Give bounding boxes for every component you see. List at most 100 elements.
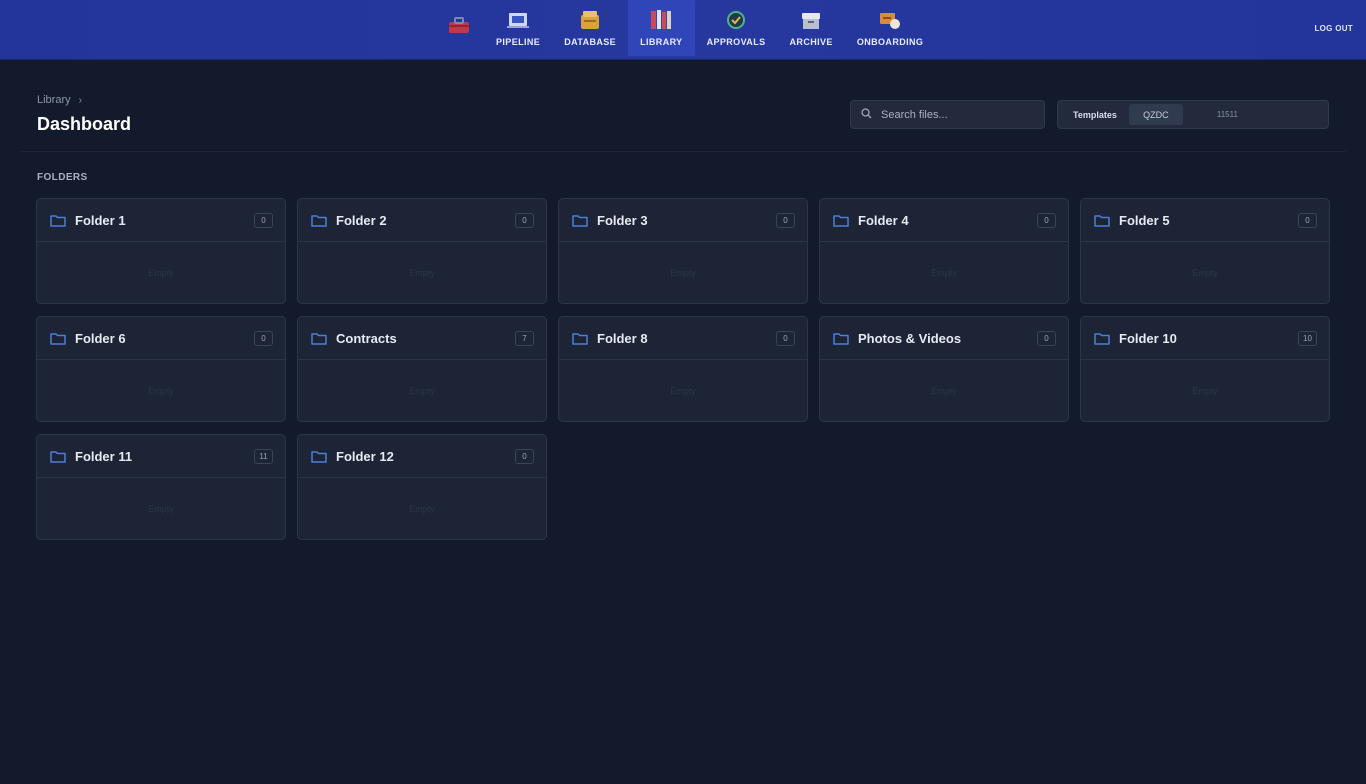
view-toggle[interactable]: QZDC [1128, 104, 1183, 125]
empty-label: Empty [148, 386, 174, 396]
folder-body: Empty [298, 478, 546, 539]
folder-body: Empty [820, 360, 1068, 421]
folder-name: Photos & Videos [858, 330, 962, 346]
folder-name: Folder 12 [336, 448, 394, 464]
folder-count-badge: 0 [254, 212, 273, 228]
folder-header: Folder 6 0 [37, 317, 285, 360]
folder-card[interactable]: Folder 1 0 Empty [36, 198, 286, 304]
folder-name: Folder 2 [336, 212, 387, 228]
empty-label: Empty [409, 268, 435, 278]
folder-card[interactable]: Contracts 7 Empty [297, 316, 547, 422]
folder-header: Folder 3 0 [559, 199, 807, 242]
folder-icon [311, 332, 327, 345]
folder-body: Empty [298, 242, 546, 303]
nav-item-approvals[interactable]: APPROVALS [695, 0, 778, 56]
pipeline-icon [505, 9, 531, 31]
folder-header: Photos & Videos 0 [820, 317, 1068, 360]
folder-header: Folder 12 0 [298, 435, 546, 478]
nav-item-archive[interactable]: ARCHIVE [778, 0, 845, 56]
nav-item-library[interactable]: LIBRARY [628, 0, 695, 56]
breadcrumb-library[interactable]: Library [37, 94, 71, 106]
folder-count-badge: 10 [1298, 330, 1317, 346]
folder-card[interactable]: Folder 5 0 Empty [1080, 198, 1330, 304]
file-count: 11511 [1216, 110, 1238, 119]
folder-name: Folder 6 [75, 330, 126, 346]
folder-card[interactable]: Folder 8 0 Empty [558, 316, 808, 422]
empty-label: Empty [409, 386, 435, 396]
empty-label: Empty [931, 386, 957, 396]
folder-header: Folder 11 11 [37, 435, 285, 478]
empty-label: Empty [409, 504, 435, 514]
folder-count-badge: 0 [1037, 330, 1056, 346]
folder-card[interactable]: Folder 4 0 Empty [819, 198, 1069, 304]
search-box[interactable] [850, 100, 1045, 129]
logout-button[interactable]: LOG OUT [1314, 24, 1353, 33]
folder-name: Folder 8 [597, 330, 648, 346]
folder-name: Folder 4 [858, 212, 909, 228]
approvals-icon [723, 9, 749, 31]
folder-card[interactable]: Folder 2 0 Empty [297, 198, 547, 304]
folder-count-badge: 11 [254, 448, 273, 464]
folder-count-badge: 0 [776, 212, 795, 228]
folder-count-badge: 0 [254, 330, 273, 346]
folder-body: Empty [37, 360, 285, 421]
folder-icon [311, 214, 327, 227]
nav-item-label: PIPELINE [496, 37, 541, 47]
nav-item-label: ARCHIVE [789, 37, 833, 47]
folder-card[interactable]: Folder 11 11 Empty [36, 434, 286, 540]
folder-name: Folder 10 [1119, 330, 1177, 346]
folder-icon [833, 332, 849, 345]
nav-item-toolbox[interactable] [434, 0, 484, 56]
templates-button[interactable]: Templates [1073, 110, 1117, 120]
folder-icon [572, 332, 588, 345]
library-icon [648, 9, 674, 31]
empty-label: Empty [670, 268, 696, 278]
folder-count-badge: 0 [515, 212, 534, 228]
empty-label: Empty [931, 268, 957, 278]
folder-body: Empty [559, 242, 807, 303]
nav-item-onboarding[interactable]: ONBOARDING [845, 0, 936, 56]
folder-name: Folder 5 [1119, 212, 1170, 228]
folder-icon [50, 450, 66, 463]
folder-name: Folder 11 [75, 448, 133, 464]
folder-card[interactable]: Folder 10 10 Empty [1080, 316, 1330, 422]
folder-count-badge: 0 [776, 330, 795, 346]
folder-body: Empty [820, 242, 1068, 303]
database-icon [577, 9, 603, 31]
folder-icon [50, 332, 66, 345]
folder-card[interactable]: Photos & Videos 0 Empty [819, 316, 1069, 422]
folder-body: Empty [1081, 242, 1329, 303]
empty-label: Empty [148, 504, 174, 514]
folder-icon [50, 214, 66, 227]
folder-count-badge: 0 [1037, 212, 1056, 228]
nav-item-database[interactable]: DATABASE [552, 0, 628, 56]
folder-header: Folder 1 0 [37, 199, 285, 242]
chevron-right-icon: › [78, 94, 82, 106]
folder-icon [572, 214, 588, 227]
toolbox-icon [446, 14, 472, 36]
onboarding-icon [877, 9, 903, 31]
folder-header: Folder 5 0 [1081, 199, 1329, 242]
toolbar: Templates QZDC 11511 [1057, 100, 1329, 129]
folder-card[interactable]: Folder 3 0 Empty [558, 198, 808, 304]
folder-grid: Folder 1 0 Empty Folder 2 0 Empty Folder 3 0 Emp… [36, 198, 1330, 540]
folder-icon [833, 214, 849, 227]
folder-icon [1094, 332, 1110, 345]
top-navigation-bar: PIPELINE DATABASE LIBRARY APPROVALS ARCH… [0, 0, 1366, 60]
folder-card[interactable]: Folder 6 0 Empty [36, 316, 286, 422]
folders-section-label: FOLDERS [37, 172, 88, 183]
empty-label: Empty [670, 386, 696, 396]
folder-header: Folder 10 10 [1081, 317, 1329, 360]
folder-card[interactable]: Folder 12 0 Empty [297, 434, 547, 540]
folder-header: Folder 2 0 [298, 199, 546, 242]
breadcrumb: Library › [37, 94, 82, 106]
nav-item-label: APPROVALS [706, 37, 766, 47]
folder-body: Empty [37, 242, 285, 303]
nav-item-pipeline[interactable]: PIPELINE [484, 0, 552, 56]
search-icon [861, 106, 872, 124]
folder-body: Empty [298, 360, 546, 421]
folder-body: Empty [1081, 360, 1329, 421]
search-input[interactable] [881, 108, 1031, 121]
folder-icon [1094, 214, 1110, 227]
folder-body: Empty [559, 360, 807, 421]
